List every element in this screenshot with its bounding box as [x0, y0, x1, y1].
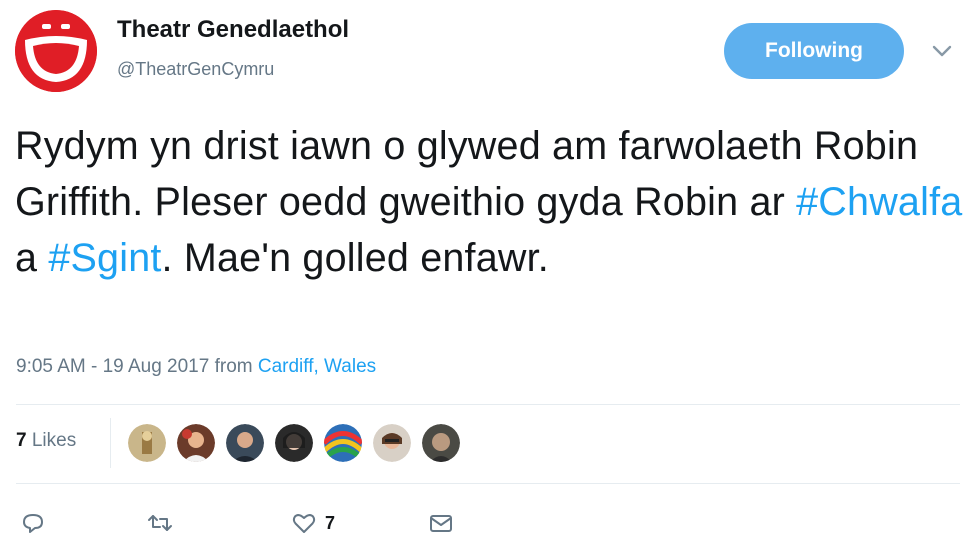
from-label: from — [214, 356, 253, 377]
liker-avatars — [128, 424, 471, 462]
profile-avatar[interactable] — [15, 10, 97, 92]
envelope-icon — [430, 515, 452, 532]
like-button[interactable]: 7 — [291, 510, 335, 536]
direct-message-button[interactable] — [428, 510, 454, 536]
tweet-meta: 9:05 AM - 19 Aug 2017 from Cardiff, Wale… — [16, 356, 376, 378]
hashtag-sgint-link[interactable]: #Sgint — [48, 236, 161, 280]
retweet-button[interactable] — [147, 510, 173, 536]
liker-avatar[interactable] — [422, 424, 460, 462]
tweet-text-part: a — [15, 236, 49, 280]
likes-label-text: Likes — [31, 430, 77, 451]
reply-icon — [23, 514, 43, 533]
liker-avatar[interactable] — [177, 424, 215, 462]
heart-icon — [292, 514, 316, 533]
liker-avatar[interactable] — [324, 424, 362, 462]
divider — [16, 483, 960, 484]
tweet-text-part: Rydym yn drist iawn o glywed am farwolae… — [15, 124, 919, 224]
tweet-text: Rydym yn drist iawn o glywed am farwolae… — [15, 118, 965, 286]
like-count: 7 — [325, 512, 336, 533]
liker-avatar[interactable] — [275, 424, 313, 462]
divider — [16, 404, 960, 405]
likes-count[interactable]: 7 Likes — [16, 430, 76, 452]
tweet-text-part: . Mae'n golled enfawr. — [161, 236, 549, 280]
following-button[interactable]: Following — [724, 23, 904, 79]
retweet-icon — [148, 515, 172, 531]
account-handle[interactable]: @TheatrGenCymru — [117, 59, 274, 80]
liker-avatar[interactable] — [128, 424, 166, 462]
chevron-down-icon[interactable] — [930, 42, 954, 60]
divider — [110, 418, 111, 468]
timestamp[interactable]: 9:05 AM - 19 Aug 2017 — [16, 356, 209, 377]
liker-avatar[interactable] — [226, 424, 264, 462]
hashtag-chwalfa-link[interactable]: #Chwalfa — [796, 180, 962, 224]
location-link[interactable]: Cardiff, Wales — [258, 356, 376, 377]
liker-avatar[interactable] — [373, 424, 411, 462]
account-name[interactable]: Theatr Genedlaethol — [117, 16, 349, 44]
reply-button[interactable] — [20, 510, 46, 536]
theatr-logo-icon — [15, 10, 97, 92]
likes-number: 7 — [16, 430, 27, 451]
